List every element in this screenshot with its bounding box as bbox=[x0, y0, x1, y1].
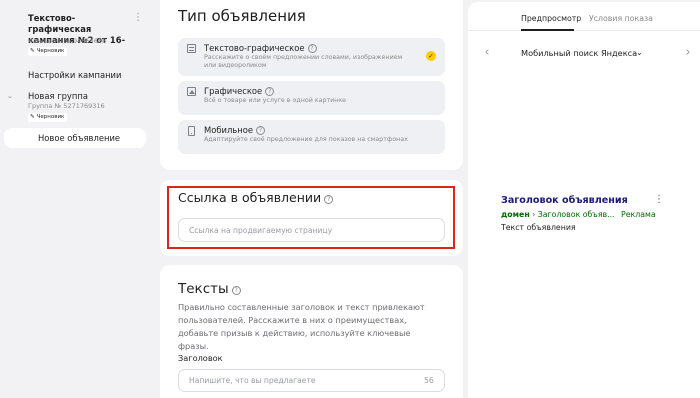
selected-check-icon: ✓ bbox=[426, 51, 436, 61]
tabs-divider bbox=[468, 30, 700, 31]
option-title: Графическое? bbox=[204, 86, 275, 96]
option-description: Всё о товаре или услуге в одной картинке bbox=[204, 97, 347, 104]
preview-more-icon[interactable]: ⋮ bbox=[654, 195, 664, 205]
sidebar-item-new-ad[interactable]: Новое объявление bbox=[4, 128, 146, 148]
breadcrumb-separator: › bbox=[529, 210, 538, 219]
option-title: Текстово-графическое? bbox=[204, 43, 317, 53]
option-description: Адаптируйте своё предложение для показов… bbox=[204, 136, 408, 143]
tab-display-conditions[interactable]: Условия показа bbox=[589, 14, 653, 23]
preview-ad-text: Текст объявления bbox=[501, 223, 576, 232]
headline-input[interactable] bbox=[178, 369, 445, 392]
image-icon bbox=[187, 87, 196, 96]
group-status-label: Черновик bbox=[36, 114, 65, 120]
ad-type-heading: Тип объявления bbox=[178, 7, 306, 25]
ad-link-card: Ссылка в объявлении? bbox=[160, 180, 463, 256]
campaign-number: Кампания № 94654638 bbox=[28, 37, 107, 45]
preview-ad-domain: домен bbox=[501, 210, 530, 219]
group-collapse-chevron-icon[interactable]: ⌄ bbox=[7, 92, 15, 100]
pencil-icon: ✎ bbox=[30, 48, 35, 54]
texts-card: Тексты? Правильно составленные заголовок… bbox=[160, 265, 463, 398]
texts-heading-text: Тексты bbox=[178, 281, 229, 297]
help-icon[interactable]: ? bbox=[324, 195, 334, 204]
ad-link-input[interactable] bbox=[178, 218, 445, 242]
preview-ad-title[interactable]: Заголовок объявления bbox=[501, 195, 628, 206]
texts-heading: Тексты? bbox=[178, 281, 241, 297]
campaign-settings-link[interactable]: Настройки кампании bbox=[28, 70, 121, 80]
preview-panel: Предпросмотр Условия показа ‹ Мобильный … bbox=[468, 2, 700, 398]
headline-label: Заголовок bbox=[178, 353, 223, 363]
group-status-badge: ✎ Черновик bbox=[28, 113, 68, 122]
ad-link-heading-text: Ссылка в объявлении bbox=[178, 190, 322, 205]
campaign-status-badge: ✎ Черновик bbox=[28, 47, 68, 56]
tab-preview[interactable]: Предпросмотр bbox=[521, 14, 581, 23]
text-graphic-icon bbox=[187, 44, 196, 53]
preview-ad-label: Реклама bbox=[621, 210, 656, 219]
group-number: Группа № 5271769316 bbox=[28, 102, 105, 110]
pencil-icon: ✎ bbox=[30, 114, 35, 120]
option-title: Мобильное? bbox=[204, 125, 265, 135]
device-select[interactable]: Мобильный поиск Яндекса bbox=[521, 48, 637, 60]
ad-type-option-text-graphic[interactable]: Текстово-графическое? Расскажите о своём… bbox=[178, 38, 445, 76]
preview-ad-path: Заголовок объяв... bbox=[537, 210, 615, 219]
ad-type-option-mobile[interactable]: Мобильное? Адаптируйте своё предложение … bbox=[178, 120, 445, 154]
help-icon[interactable]: ? bbox=[265, 87, 275, 96]
campaign-status-label: Черновик bbox=[36, 48, 65, 54]
help-icon[interactable]: ? bbox=[231, 286, 241, 295]
mobile-icon bbox=[188, 126, 195, 136]
chevron-down-icon[interactable]: ⌄ bbox=[636, 48, 643, 57]
option-title-text: Мобильное bbox=[204, 125, 253, 135]
ad-type-option-graphic[interactable]: Графическое? Всё о товаре или услуге в о… bbox=[178, 81, 445, 115]
headline-char-counter: 56 bbox=[424, 376, 434, 385]
option-title-text: Текстово-графическое bbox=[204, 43, 305, 53]
next-device-arrow-icon[interactable]: › bbox=[682, 46, 694, 60]
option-title-text: Графическое bbox=[204, 86, 263, 96]
preview-ad-url: домен › Заголовок объяв... bbox=[501, 210, 615, 219]
ad-link-heading: Ссылка в объявлении? bbox=[178, 190, 334, 205]
active-tab-indicator bbox=[521, 29, 574, 31]
group-title[interactable]: Новая группа bbox=[28, 91, 88, 101]
ad-type-card: Тип объявления Текстово-графическое? Рас… bbox=[160, 0, 463, 170]
help-icon[interactable]: ? bbox=[256, 126, 265, 135]
campaign-more-icon[interactable]: ⋮ bbox=[133, 12, 143, 24]
texts-description: Правильно составленные заголовок и текст… bbox=[178, 302, 425, 351]
option-description: Расскажите о своём предложении словами, … bbox=[204, 54, 403, 69]
prev-device-arrow-icon[interactable]: ‹ bbox=[481, 46, 493, 60]
sidebar: Текстово-графическая кампания №2 от 16-0… bbox=[0, 0, 152, 398]
help-icon[interactable]: ? bbox=[307, 44, 317, 53]
